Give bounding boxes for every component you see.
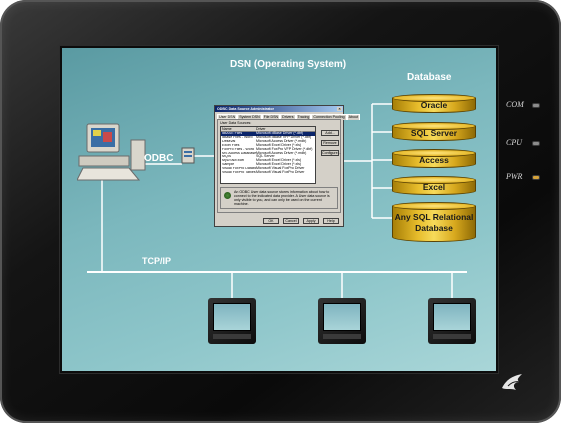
com-label: COM [506,100,524,109]
item-name: Visual FoxPro Tables [222,171,256,175]
help-button[interactable]: Help [323,218,339,224]
info-box: An ODBC User data source stores informat… [220,187,338,209]
data-sources-label: User Data Sources: [220,121,252,125]
database-excel: Excel [392,176,476,199]
dialog-title: ODBC Data Source Administrator [217,107,274,111]
database-label: Excel [422,182,446,192]
brand-logo-icon [502,374,522,390]
cpu-label: CPU [506,138,522,147]
database-label: SQL Server [410,128,458,138]
ok-button[interactable]: OK [263,218,279,224]
close-icon[interactable]: × [337,107,342,111]
odbc-label: ODBC [144,153,174,164]
tab-about[interactable]: About [346,114,360,120]
hmi-panel-icon [208,298,256,344]
odbc-dialog: ODBC Data Source Administrator × User DS… [214,105,360,227]
item-driver: Microsoft Visual FoxPro Driver [256,170,305,175]
add-button[interactable]: Add... [321,130,339,136]
tcpip-label: TCP/IP [142,256,172,266]
dialog-footer: OK Cancel Apply Help [215,218,343,224]
list-item[interactable]: Visual FoxPro Tables Microsoft Visual Fox… [221,170,315,175]
data-source-list[interactable]: Name Driver dBASE Files Microsoft dBase D… [220,126,316,184]
dialog-panel: User Data Sources: Name Driver dBASE Fil… [217,119,341,213]
remove-button[interactable]: Remove [321,140,339,146]
info-text: An ODBC User data source stores informat… [234,190,330,206]
server-icon [181,147,195,164]
database-label-line2: Database [415,223,453,233]
database-label: Access [419,155,449,165]
database-label: Oracle [420,100,448,110]
database-label-line1: Any SQL Relational [394,212,474,222]
column-name[interactable]: Name [221,127,256,131]
cpu-led-icon [532,141,540,146]
database-sql-server: SQL Server [392,122,476,145]
database-title: Database [407,72,452,83]
cancel-button[interactable]: Cancel [283,218,299,224]
database-label: Any SQL Relational Database [392,212,476,234]
hmi-panel-icon [318,298,366,344]
database-oracle: Oracle [392,94,476,117]
device-bezel: Database DSN (Operating System) ODBC TCP… [0,0,561,423]
configure-button[interactable]: Configure... [321,150,341,156]
pwr-led-icon [532,175,540,180]
dsn-title: DSN (Operating System) [230,59,347,70]
apply-button[interactable]: Apply [303,218,319,224]
database-any-sql: Any SQL Relational Database [392,202,476,246]
com-led-icon [532,103,540,108]
display-screen: Database DSN (Operating System) ODBC TCP… [62,48,496,371]
pwr-label: PWR [506,172,523,181]
dialog-titlebar: ODBC Data Source Administrator × [215,106,343,112]
hmi-panel-icon [428,298,476,344]
database-access: Access [392,149,476,172]
odbc-globe-icon [224,192,231,199]
